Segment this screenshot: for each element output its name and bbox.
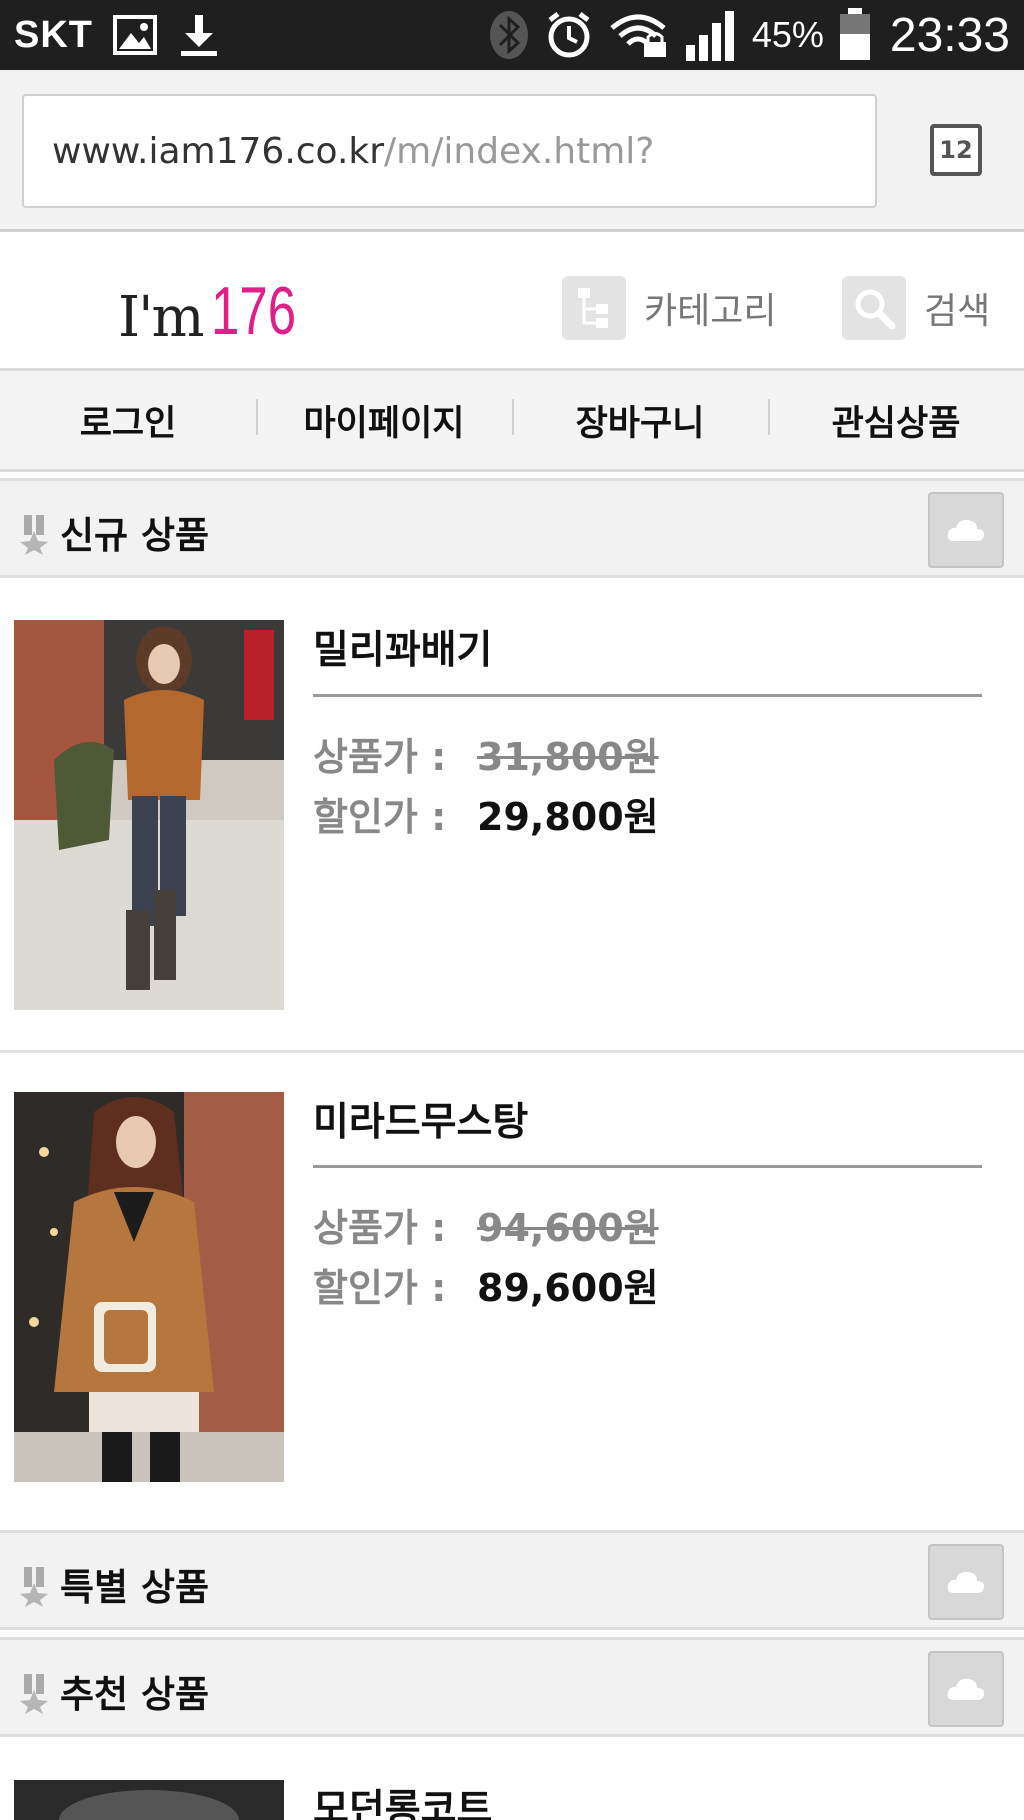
carrier-label: SKT	[14, 13, 93, 56]
category-icon	[562, 276, 626, 340]
category-label: 카테고리	[644, 291, 777, 332]
nav-item-cart[interactable]: 장바구니	[512, 395, 768, 446]
url-input[interactable]: www.iam176.co.kr/m/index.html?	[22, 94, 877, 208]
url-path: /m/index.html?	[384, 130, 655, 172]
site-logo[interactable]: I'm 176	[118, 272, 324, 350]
price-row: 상품가 : 31,800원	[313, 726, 659, 781]
battery-icon	[838, 8, 872, 62]
image-icon	[113, 15, 157, 55]
sale-label: 할인가 :	[313, 795, 447, 839]
original-price: 31,800원	[477, 735, 659, 779]
bluetooth-icon	[488, 9, 530, 61]
product-image[interactable]	[14, 1092, 284, 1482]
product-image[interactable]	[14, 620, 284, 1010]
section-title: 추천 상품	[60, 1673, 210, 1716]
ribbon-icon	[20, 515, 48, 555]
nav-item-login[interactable]: 로그인	[0, 395, 256, 446]
ribbon-icon	[20, 1674, 48, 1714]
search-icon	[842, 276, 906, 340]
search-button[interactable]: 검색	[842, 276, 990, 340]
nav-item-mypage[interactable]: 마이페이지	[256, 395, 512, 446]
wifi-lock-icon	[608, 12, 670, 58]
clock: 23:33	[889, 8, 1010, 62]
search-label: 검색	[924, 291, 991, 332]
category-button[interactable]: 카테고리	[562, 276, 776, 340]
logo-text: I'm	[118, 285, 205, 350]
nav-item-wishlist[interactable]: 관심상품	[768, 395, 1024, 446]
cloud-up-icon	[947, 1571, 985, 1593]
sale-price: 29,800원	[477, 795, 659, 839]
divider	[313, 694, 982, 697]
sale-price-row: 할인가 : 89,600원	[313, 1257, 659, 1312]
logo-number: 176	[210, 273, 296, 349]
section-recommended-products: 추천 상품	[0, 1637, 1024, 1737]
product-name[interactable]: 미라드무스탕	[313, 1091, 528, 1147]
price-row: 상품가 : 94,600원	[313, 1197, 659, 1252]
download-icon	[177, 13, 221, 57]
section-title: 신규 상품	[60, 514, 210, 557]
alarm-icon	[544, 10, 594, 60]
product-name[interactable]: 모던롱코트	[313, 1778, 492, 1820]
battery-percent: 45%	[751, 14, 824, 55]
site-header: I'm 176 카테고리 검색	[0, 232, 1024, 368]
signal-icon	[684, 9, 738, 61]
ribbon-icon	[20, 1567, 48, 1607]
price-label: 상품가 :	[313, 1206, 447, 1250]
url-domain: www.iam176.co.kr	[52, 130, 385, 172]
product-card[interactable]: 미라드무스탕 상품가 : 94,600원 할인가 : 89,600원	[0, 1053, 1024, 1520]
cloud-up-icon	[947, 519, 985, 541]
section-special-products: 특별 상품	[0, 1530, 1024, 1630]
collapse-button[interactable]	[928, 1544, 1004, 1620]
cloud-up-icon	[947, 1678, 985, 1700]
product-image[interactable]	[14, 1780, 284, 1820]
collapse-button[interactable]	[928, 492, 1004, 568]
tab-switcher-button[interactable]: 12	[930, 124, 982, 176]
price-label: 상품가 :	[313, 735, 447, 779]
status-bar: SKT 45% 23:33	[0, 0, 1024, 70]
main-nav: 로그인 마이페이지 장바구니 관심상품	[0, 368, 1024, 472]
product-card[interactable]: 밀리꽈배기 상품가 : 31,800원 할인가 : 29,800원	[0, 581, 1024, 1050]
section-title: 특별 상품	[60, 1566, 210, 1609]
collapse-button[interactable]	[928, 1651, 1004, 1727]
sale-price-row: 할인가 : 29,800원	[313, 786, 659, 841]
browser-toolbar: www.iam176.co.kr/m/index.html? 12	[0, 70, 1024, 232]
section-new-products: 신규 상품	[0, 478, 1024, 578]
original-price: 94,600원	[477, 1206, 659, 1250]
divider	[313, 1165, 982, 1168]
sale-price: 89,600원	[477, 1266, 659, 1310]
product-name[interactable]: 밀리꽈배기	[313, 619, 492, 675]
sale-label: 할인가 :	[313, 1266, 447, 1310]
product-card[interactable]: 모던롱코트	[0, 1740, 1024, 1820]
